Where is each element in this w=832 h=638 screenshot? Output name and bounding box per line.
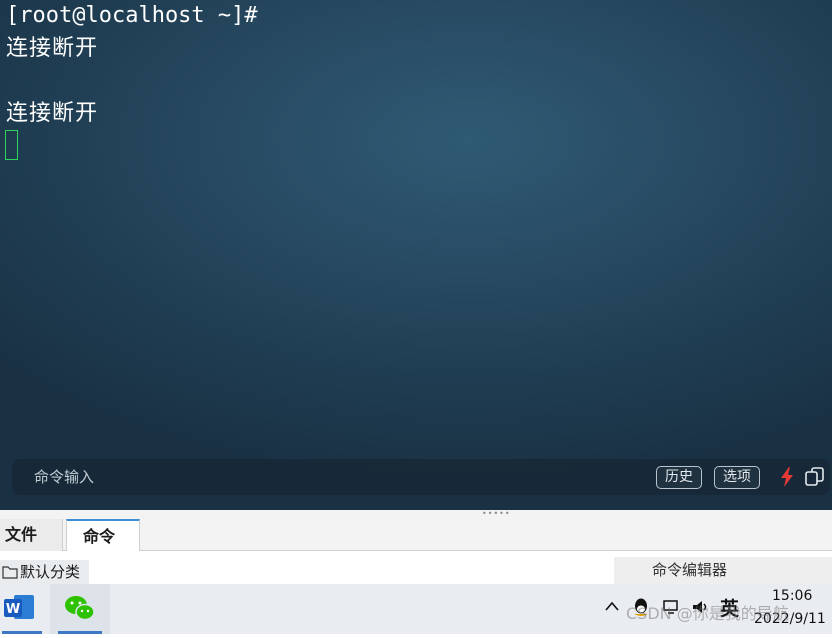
terminal-prompt-line: [root@localhost ~]# <box>6 3 258 28</box>
terminal-output: [root@localhost ~]# 连接断开 连接断开 <box>6 0 258 130</box>
folder-icon <box>2 566 18 579</box>
tab-command[interactable]: 命令 <box>66 519 140 553</box>
terminal-window[interactable]: [root@localhost ~]# 连接断开 连接断开 历史 选项 <box>0 0 832 510</box>
word-icon: W <box>4 595 34 619</box>
tree-item-default-category[interactable]: 默认分类 <box>0 560 89 584</box>
svg-text:W: W <box>6 602 20 617</box>
watermark: CSDN @你是我的导航 <box>626 604 789 623</box>
command-editor-header[interactable]: 命令编辑器 <box>614 557 832 584</box>
tab-files[interactable]: 文件 <box>0 519 63 552</box>
terminal-disconnect-line: 连接断开 <box>6 35 99 61</box>
terminal-disconnect-line: 连接断开 <box>6 100 99 126</box>
command-panel: 默认分类 命令编辑器 <box>0 551 832 584</box>
tree-item-label: 默认分类 <box>20 563 81 581</box>
chevron-up-icon[interactable] <box>603 598 621 616</box>
bottom-tab-bar: 文件 命令 <box>0 516 832 553</box>
command-input-bar: 历史 选项 <box>12 459 830 495</box>
lightning-icon[interactable] <box>776 466 798 488</box>
options-button[interactable]: 选项 <box>714 466 760 489</box>
taskbar: W 英 15:06 2022/9/11 CSDN @你是我的导航 <box>0 584 832 634</box>
taskbar-word-app[interactable]: W <box>0 584 44 634</box>
command-input[interactable] <box>32 459 632 495</box>
taskbar-wechat-app[interactable] <box>50 584 110 634</box>
wechat-icon <box>65 596 95 621</box>
copy-icon[interactable] <box>804 466 826 488</box>
history-button[interactable]: 历史 <box>656 466 702 489</box>
terminal-cursor <box>5 130 18 160</box>
